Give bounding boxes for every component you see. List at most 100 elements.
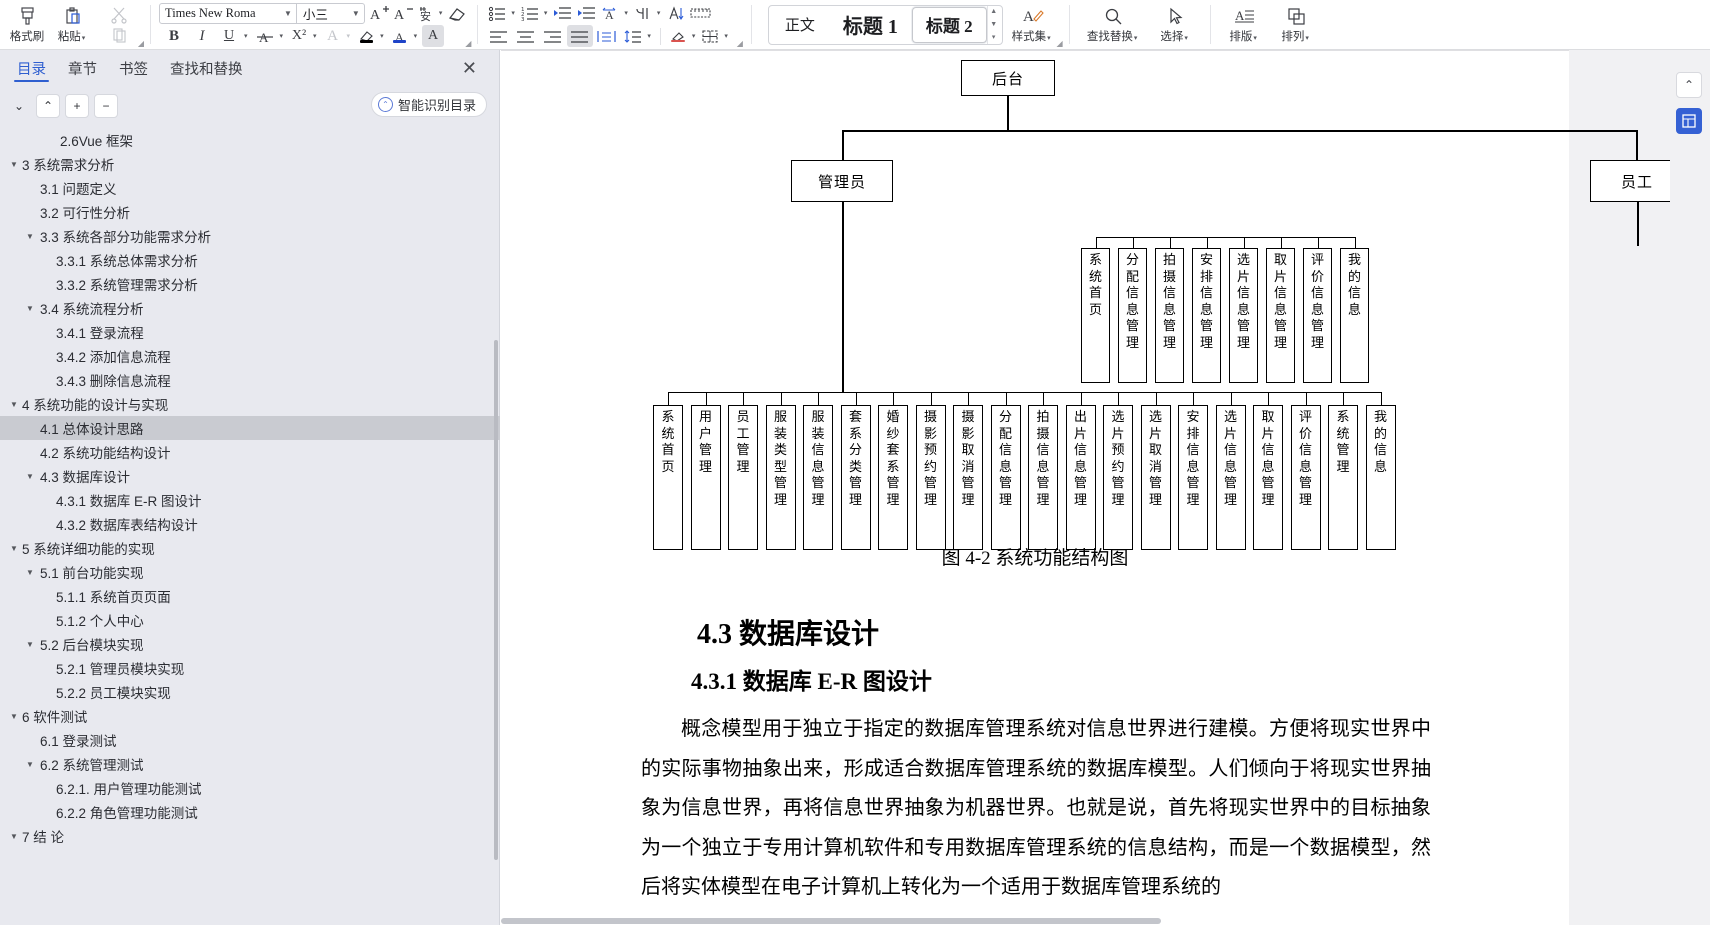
numbering-chevron-down-icon[interactable]: ▾ bbox=[543, 9, 551, 17]
toc-collapse-button[interactable]: − bbox=[94, 94, 118, 118]
show-paragraph-marks-icon[interactable] bbox=[632, 2, 655, 24]
superscript-button[interactable]: X² bbox=[288, 25, 310, 47]
nav-tab-bookmarks[interactable]: 书签 bbox=[108, 50, 159, 86]
toc-item-23[interactable]: 5.2.2 员工模块实现 bbox=[0, 680, 500, 704]
ruler-icon[interactable] bbox=[688, 2, 713, 24]
toc-arrow-17[interactable]: ▼ bbox=[8, 544, 20, 553]
toc-item-18[interactable]: ▼ 5.1 前台功能实现 bbox=[0, 560, 500, 584]
select-button[interactable]: 选择▾ bbox=[1150, 1, 1202, 49]
toc-item-13[interactable]: 4.2 系统功能结构设计 bbox=[0, 440, 500, 464]
format-painter-button[interactable]: 格式刷 bbox=[4, 1, 50, 49]
font-dialog-launcher[interactable]: ◢ bbox=[465, 39, 471, 48]
style-item-body[interactable]: 正文 bbox=[771, 7, 829, 43]
find-replace-button[interactable]: 查找替换▾ bbox=[1078, 1, 1150, 49]
shading-icon[interactable] bbox=[667, 25, 690, 47]
nav-tab-chapters[interactable]: 章节 bbox=[57, 50, 108, 86]
font-size-chevron-down-icon[interactable]: ▼ bbox=[348, 9, 364, 18]
toc-item-3[interactable]: 3.2 可行性分析 bbox=[0, 200, 500, 224]
pinyin-chevron-down-icon[interactable]: ▾ bbox=[438, 9, 446, 17]
page-layout-button[interactable] bbox=[1676, 108, 1702, 134]
close-icon[interactable]: ✕ bbox=[462, 58, 477, 79]
toc-item-26[interactable]: ▼ 6.2 系统管理测试 bbox=[0, 752, 500, 776]
increase-font-size-icon[interactable]: A bbox=[368, 2, 392, 24]
align-right-icon[interactable] bbox=[540, 25, 566, 47]
toc-item-14[interactable]: ▼ 4.3 数据库设计 bbox=[0, 464, 500, 488]
nav-tab-find-replace[interactable]: 查找和替换 bbox=[159, 50, 254, 86]
italic-button[interactable]: I bbox=[189, 25, 215, 47]
toc-arrow-4[interactable]: ▼ bbox=[24, 232, 36, 241]
align-center-icon[interactable] bbox=[513, 25, 539, 47]
toc-item-7[interactable]: ▼ 3.4 系统流程分析 bbox=[0, 296, 500, 320]
pinyin-layout-chevron-down-icon[interactable]: ▾ bbox=[623, 9, 631, 17]
borders-chevron-down-icon[interactable]: ▾ bbox=[723, 32, 731, 40]
toc-arrow-14[interactable]: ▼ bbox=[24, 472, 36, 481]
shading-chevron-down-icon[interactable]: ▾ bbox=[691, 32, 699, 40]
toc-item-28[interactable]: 6.2.2 角色管理功能测试 bbox=[0, 800, 500, 824]
toc-arrow-24[interactable]: ▼ bbox=[8, 712, 20, 721]
distributed-align-icon[interactable] bbox=[594, 25, 620, 47]
find-replace-chevron-down-icon[interactable]: ▾ bbox=[1133, 35, 1141, 42]
toc-item-17[interactable]: ▼ 5 系统详细功能的实现 bbox=[0, 536, 500, 560]
toc-item-24[interactable]: ▼ 6 软件测试 bbox=[0, 704, 500, 728]
pinyin-guide-icon[interactable]: 安 bbox=[416, 2, 438, 24]
toc-item-10[interactable]: 3.4.3 删除信息流程 bbox=[0, 368, 500, 392]
document-page[interactable]: 后台 管理员 员工系统首页分配信息管理拍摄信息管理安排信息管理选片信息管理取片信息管… bbox=[501, 50, 1684, 925]
toc-item-21[interactable]: ▼ 5.2 后台模块实现 bbox=[0, 632, 500, 656]
paragraph-marks-chevron-down-icon[interactable]: ▾ bbox=[656, 9, 664, 17]
nav-tab-toc[interactable]: 目录 bbox=[6, 50, 57, 86]
numbered-list-icon[interactable]: 123 bbox=[519, 2, 542, 24]
toc-list[interactable]: 2.6Vue 框架 ▼ 3 系统需求分析 3.1 问题定义 3.2 可行性分析 ▼… bbox=[0, 128, 500, 925]
decrease-font-size-icon[interactable]: A bbox=[392, 2, 416, 24]
toc-expand-button[interactable]: + bbox=[65, 94, 89, 118]
arrange-button[interactable]: 排列▾ bbox=[1271, 1, 1323, 49]
highlight-color-button[interactable] bbox=[355, 25, 377, 47]
bold-button[interactable]: B bbox=[161, 25, 187, 47]
toc-arrow-1[interactable]: ▼ bbox=[8, 160, 20, 169]
style-gallery-scroller[interactable]: ▲ ▼ ▾ bbox=[986, 5, 1000, 44]
arrange-chevron-down-icon[interactable]: ▾ bbox=[1304, 35, 1312, 42]
toc-item-29[interactable]: ▼ 7 结 论 bbox=[0, 824, 500, 848]
toc-item-20[interactable]: 5.1.2 个人中心 bbox=[0, 608, 500, 632]
smart-toc-button[interactable]: ⌃ 智能识别目录 bbox=[370, 92, 487, 117]
paragraph-dialog-launcher[interactable]: ◢ bbox=[737, 39, 743, 48]
toc-item-2[interactable]: 3.1 问题定义 bbox=[0, 176, 500, 200]
align-justify-icon[interactable] bbox=[567, 25, 594, 47]
font-color-button[interactable]: A bbox=[389, 25, 411, 47]
toc-item-12[interactable]: 4.1 总体设计思路 bbox=[0, 416, 500, 440]
underline-chevron-down-icon[interactable]: ▾ bbox=[243, 32, 251, 40]
font-size-input[interactable]: 小三 bbox=[295, 3, 348, 23]
superscript-chevron-down-icon[interactable]: ▾ bbox=[312, 32, 320, 40]
toc-item-0[interactable]: 2.6Vue 框架 bbox=[0, 128, 500, 152]
toc-arrow-7[interactable]: ▼ bbox=[24, 304, 36, 313]
toc-item-27[interactable]: 6.2.1. 用户管理功能测试 bbox=[0, 776, 500, 800]
toc-item-16[interactable]: 4.3.2 数据库表结构设计 bbox=[0, 512, 500, 536]
strikethrough-button[interactable]: A bbox=[253, 25, 277, 47]
toc-item-6[interactable]: 3.3.2 系统管理需求分析 bbox=[0, 272, 500, 296]
style-set-button[interactable]: A 样式集▾ bbox=[1005, 1, 1061, 49]
pinyin-layout-icon[interactable]: A bbox=[599, 2, 622, 24]
style-scroll-down-icon[interactable]: ▼ bbox=[990, 21, 997, 29]
style-item-heading1[interactable]: 标题 1 bbox=[829, 7, 912, 43]
style-set-chevron-down-icon[interactable]: ▾ bbox=[1046, 35, 1054, 42]
strikethrough-chevron-down-icon[interactable]: ▾ bbox=[279, 32, 287, 40]
toc-move-down-button[interactable]: ⌄ bbox=[7, 94, 31, 118]
underline-button[interactable]: U bbox=[217, 25, 241, 47]
toc-item-4[interactable]: ▼ 3.3 系统各部分功能需求分析 bbox=[0, 224, 500, 248]
toc-item-22[interactable]: 5.2.1 管理员模块实现 bbox=[0, 656, 500, 680]
decrease-indent-icon[interactable] bbox=[551, 2, 574, 24]
toc-arrow-11[interactable]: ▼ bbox=[8, 400, 20, 409]
highlight-chevron-down-icon[interactable]: ▾ bbox=[379, 32, 387, 40]
chevron-down-icon[interactable]: ▾ bbox=[81, 35, 89, 42]
clipboard-dialog-launcher[interactable]: ◢ bbox=[138, 39, 144, 48]
clear-format-icon[interactable] bbox=[445, 2, 469, 24]
borders-icon[interactable] bbox=[699, 25, 722, 47]
style-scroll-up-icon[interactable]: ▲ bbox=[990, 8, 997, 16]
bullet-list-icon[interactable] bbox=[486, 2, 509, 24]
navigation-scrollbar[interactable] bbox=[494, 340, 498, 860]
style-expand-icon[interactable]: ▾ bbox=[992, 34, 996, 42]
align-left-icon[interactable] bbox=[486, 25, 512, 47]
toc-item-11[interactable]: ▼ 4 系统功能的设计与实现 bbox=[0, 392, 500, 416]
typeset-button[interactable]: A 排版▾ bbox=[1219, 1, 1271, 49]
toc-item-19[interactable]: 5.1.1 系统首页页面 bbox=[0, 584, 500, 608]
font-family-input[interactable]: Times New Roma bbox=[160, 6, 280, 21]
